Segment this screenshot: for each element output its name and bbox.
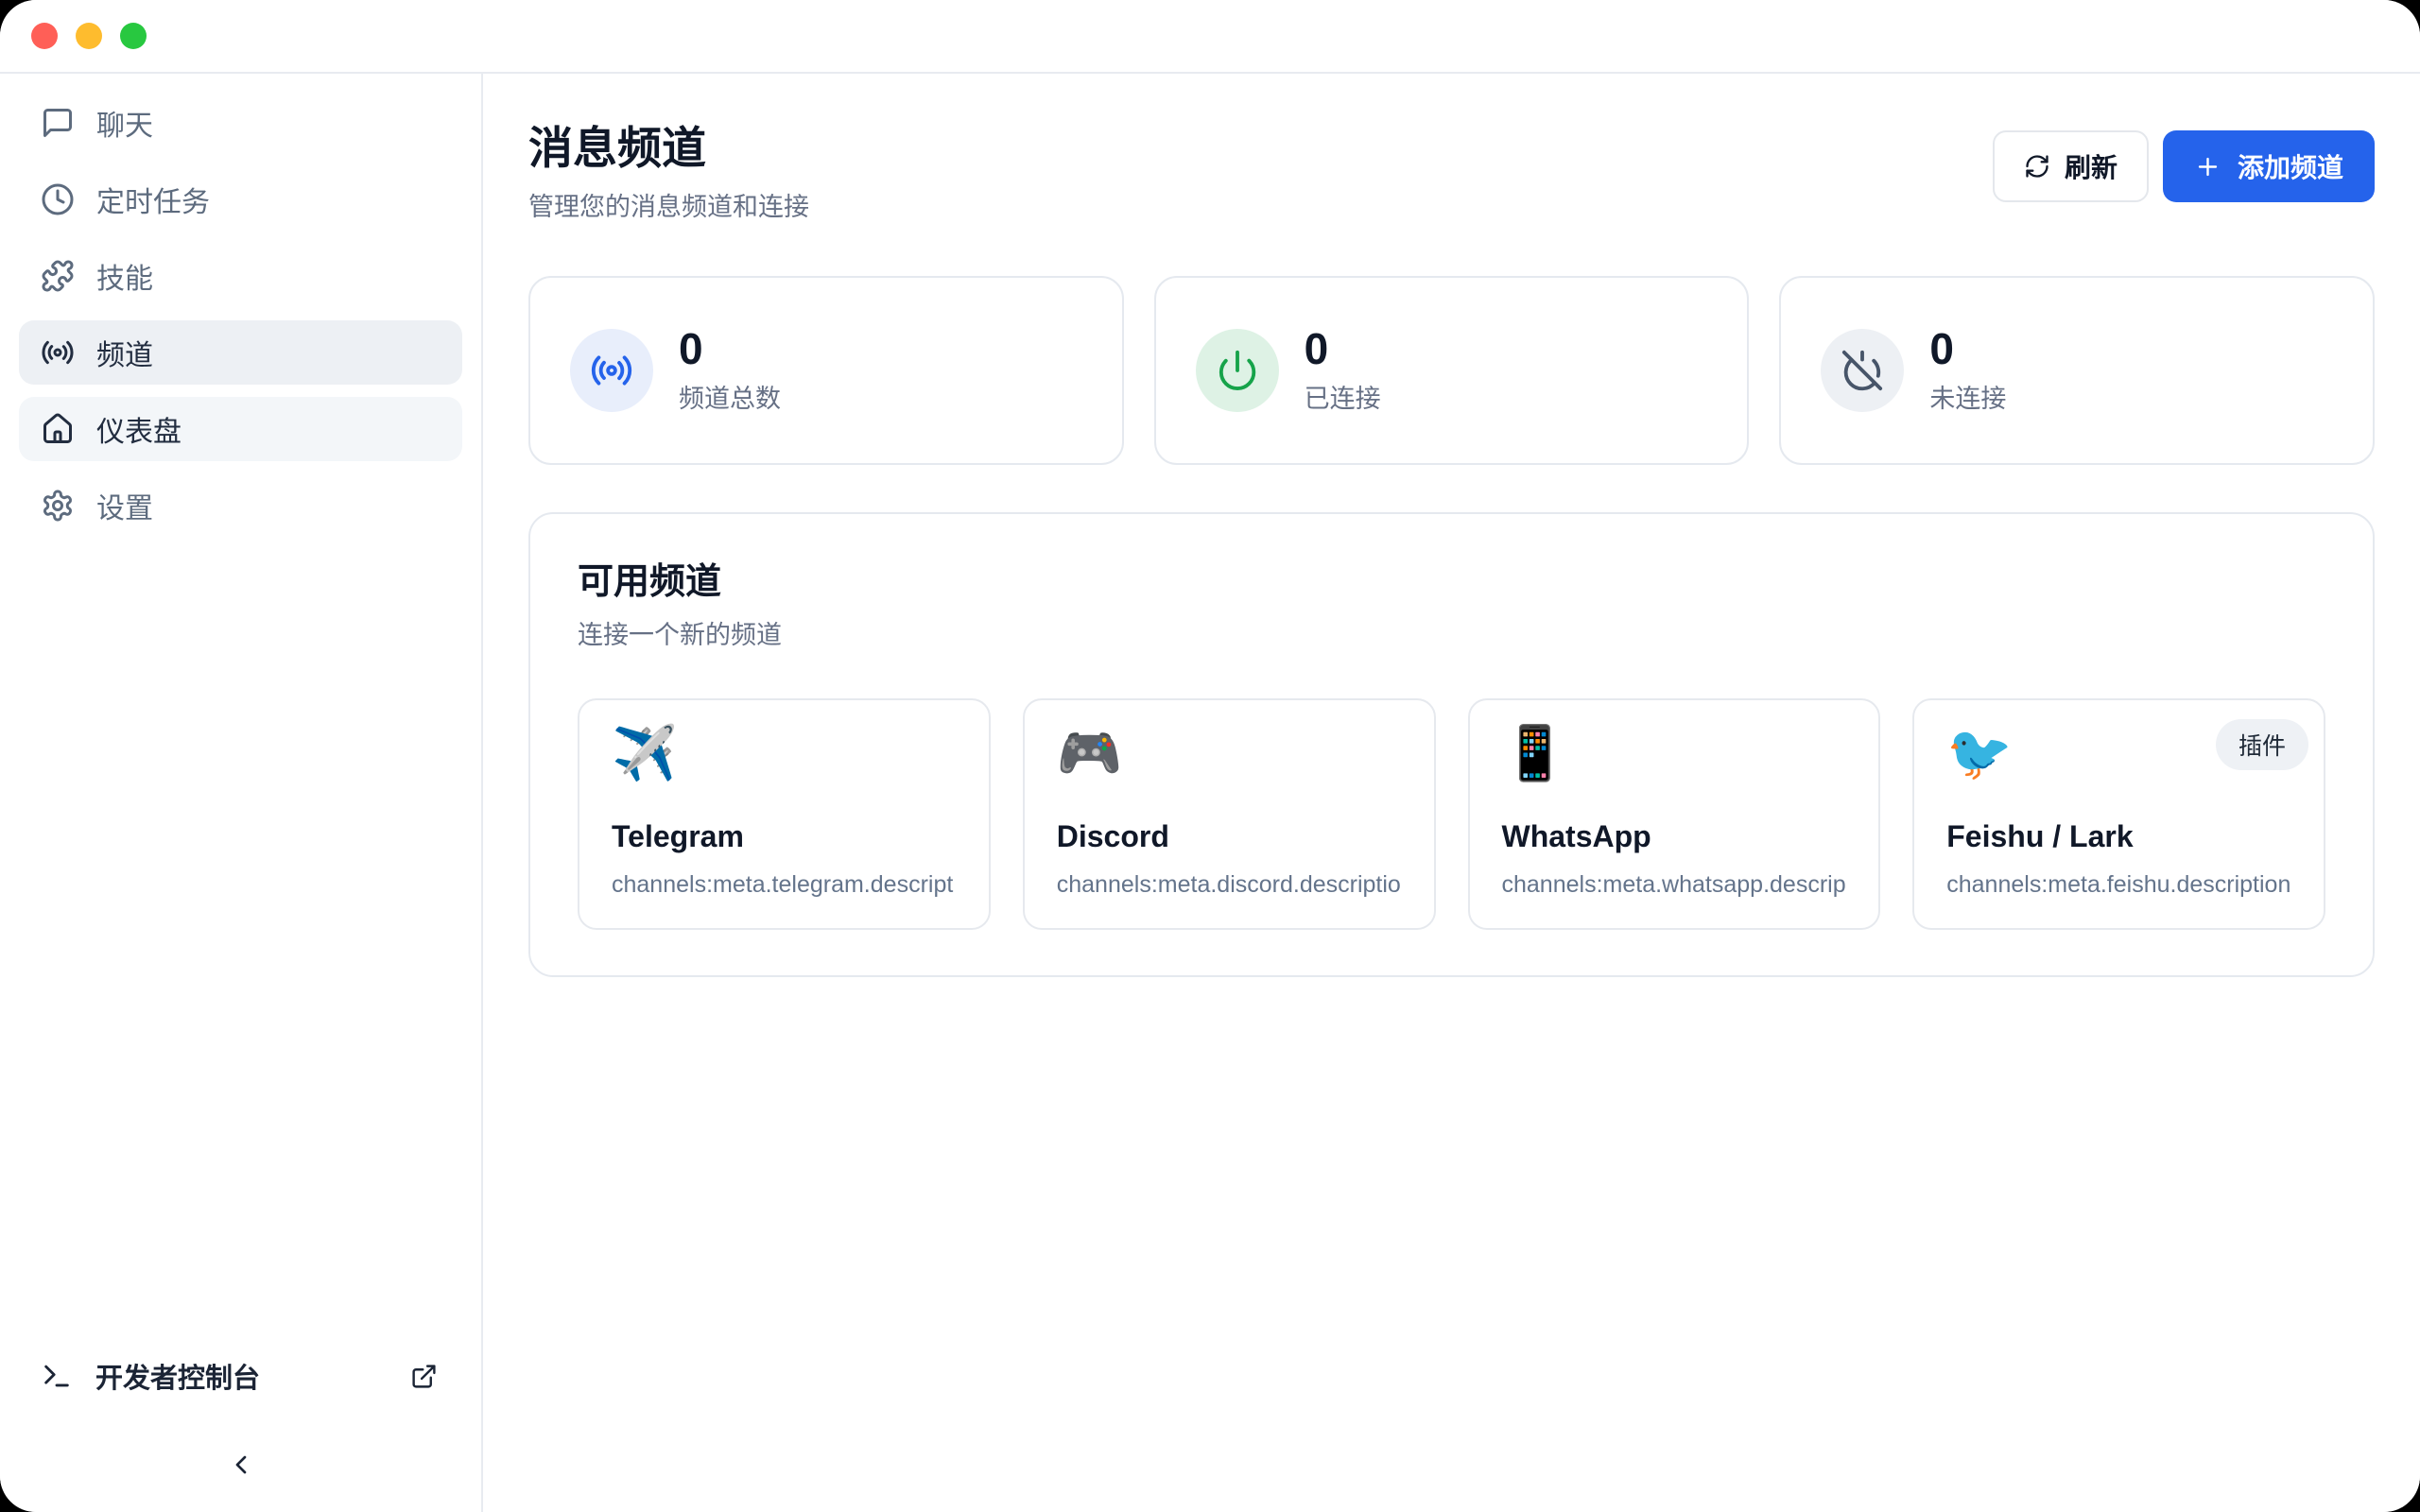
power-icon	[1216, 349, 1259, 392]
channel-description: channels:meta.feishu.description	[1946, 870, 2291, 899]
telegram-emoji-icon: ✈️	[612, 727, 957, 782]
stat-text: 0 已连接	[1305, 327, 1381, 415]
stat-label: 频道总数	[679, 378, 781, 415]
chat-bubble-icon	[41, 106, 75, 140]
channel-name: Telegram	[612, 821, 957, 851]
channel-grid: ✈️ Telegram channels:meta.telegram.descr…	[578, 698, 2325, 930]
external-link-icon	[410, 1363, 438, 1390]
sidebar-item-label: 仪表盘	[96, 408, 182, 450]
channel-description: channels:meta.whatsapp.descrip	[1502, 870, 1847, 899]
stat-value: 0	[1929, 327, 2006, 370]
refresh-button[interactable]: 刷新	[1993, 130, 2149, 202]
channel-name: WhatsApp	[1502, 821, 1847, 851]
section-title: 可用频道	[578, 552, 2325, 604]
discord-emoji-icon: 🎮	[1057, 727, 1402, 782]
refresh-icon	[2024, 153, 2050, 180]
stat-card-connected: 0 已连接	[1154, 276, 1750, 465]
channel-card-feishu[interactable]: 插件 🐦 Feishu / Lark channels:meta.feishu.…	[1912, 698, 2325, 930]
puzzle-icon	[41, 259, 75, 293]
section-subtitle: 连接一个新的频道	[578, 614, 2325, 651]
refresh-button-label: 刷新	[2065, 147, 2118, 185]
channel-card-discord[interactable]: 🎮 Discord channels:meta.discord.descript…	[1023, 698, 1436, 930]
stats-row: 0 频道总数 0 已连接	[528, 276, 2375, 465]
stat-text: 0 未连接	[1929, 327, 2006, 415]
collapse-sidebar-button[interactable]	[220, 1444, 262, 1486]
developer-console-link[interactable]: 开发者控制台	[0, 1346, 481, 1406]
channel-name: Discord	[1057, 821, 1402, 851]
app-window: 聊天 定时任务 技能	[0, 0, 2420, 1512]
chevron-left-icon	[226, 1450, 256, 1480]
sidebar-footer: 开发者控制台	[0, 1346, 481, 1512]
page-header: 消息频道 管理您的消息频道和连接 刷新	[483, 74, 2420, 223]
minimize-window-button[interactable]	[76, 23, 102, 49]
stat-card-not-connected: 0 未连接	[1779, 276, 2375, 465]
channel-name: Feishu / Lark	[1946, 821, 2291, 851]
channel-card-telegram[interactable]: ✈️ Telegram channels:meta.telegram.descr…	[578, 698, 991, 930]
radio-icon	[41, 335, 75, 369]
home-icon	[41, 412, 75, 446]
stat-bubble	[1196, 329, 1279, 412]
sidebar-nav: 聊天 定时任务 技能	[0, 74, 481, 538]
add-channel-button[interactable]: 添加频道	[2163, 130, 2375, 202]
plus-icon	[2194, 153, 2221, 180]
page-header-text: 消息频道 管理您的消息频道和连接	[528, 123, 809, 223]
header-actions: 刷新 添加频道	[1993, 130, 2375, 202]
sidebar-item-skills[interactable]: 技能	[19, 244, 462, 308]
sidebar-item-dashboard[interactable]: 仪表盘	[19, 397, 462, 461]
add-channel-button-label: 添加频道	[2238, 147, 2343, 185]
radio-icon	[590, 349, 633, 392]
terminal-icon	[41, 1360, 73, 1392]
titlebar	[0, 0, 2420, 74]
stat-label: 未连接	[1929, 378, 2006, 415]
sidebar-collapse-row	[0, 1406, 481, 1512]
stat-value: 0	[679, 327, 781, 370]
plugin-badge: 插件	[2216, 719, 2308, 770]
stat-value: 0	[1305, 327, 1381, 370]
sidebar-item-scheduled-tasks[interactable]: 定时任务	[19, 167, 462, 232]
available-channels-section: 可用频道 连接一个新的频道 ✈️ Telegram channels:meta.…	[528, 512, 2375, 977]
sidebar-item-label: 定时任务	[96, 179, 210, 220]
sidebar-item-label: 频道	[96, 332, 153, 373]
close-window-button[interactable]	[31, 23, 58, 49]
channel-description: channels:meta.discord.descriptio	[1057, 870, 1402, 899]
stat-text: 0 频道总数	[679, 327, 781, 415]
channel-card-whatsapp[interactable]: 📱 WhatsApp channels:meta.whatsapp.descri…	[1468, 698, 1881, 930]
sidebar-item-settings[interactable]: 设置	[19, 473, 462, 538]
zoom-window-button[interactable]	[120, 23, 147, 49]
stat-card-total-channels: 0 频道总数	[528, 276, 1124, 465]
sidebar-item-chat[interactable]: 聊天	[19, 91, 462, 155]
developer-console-label: 开发者控制台	[95, 1356, 260, 1396]
power-off-icon	[1841, 349, 1884, 392]
app-body: 聊天 定时任务 技能	[0, 74, 2420, 1512]
gear-icon	[41, 489, 75, 523]
whatsapp-emoji-icon: 📱	[1502, 727, 1847, 782]
page-subtitle: 管理您的消息频道和连接	[528, 186, 809, 223]
sidebar: 聊天 定时任务 技能	[0, 74, 483, 1512]
channel-description: channels:meta.telegram.descript	[612, 870, 957, 899]
sidebar-item-channels[interactable]: 频道	[19, 320, 462, 385]
clock-icon	[41, 182, 75, 216]
sidebar-item-label: 设置	[96, 485, 153, 526]
stat-label: 已连接	[1305, 378, 1381, 415]
stat-bubble	[1821, 329, 1904, 412]
sidebar-item-label: 技能	[96, 255, 153, 297]
page-title: 消息频道	[528, 123, 809, 174]
main-content: 消息频道 管理您的消息频道和连接 刷新	[483, 74, 2420, 1512]
stat-bubble	[570, 329, 653, 412]
sidebar-item-label: 聊天	[96, 102, 153, 144]
